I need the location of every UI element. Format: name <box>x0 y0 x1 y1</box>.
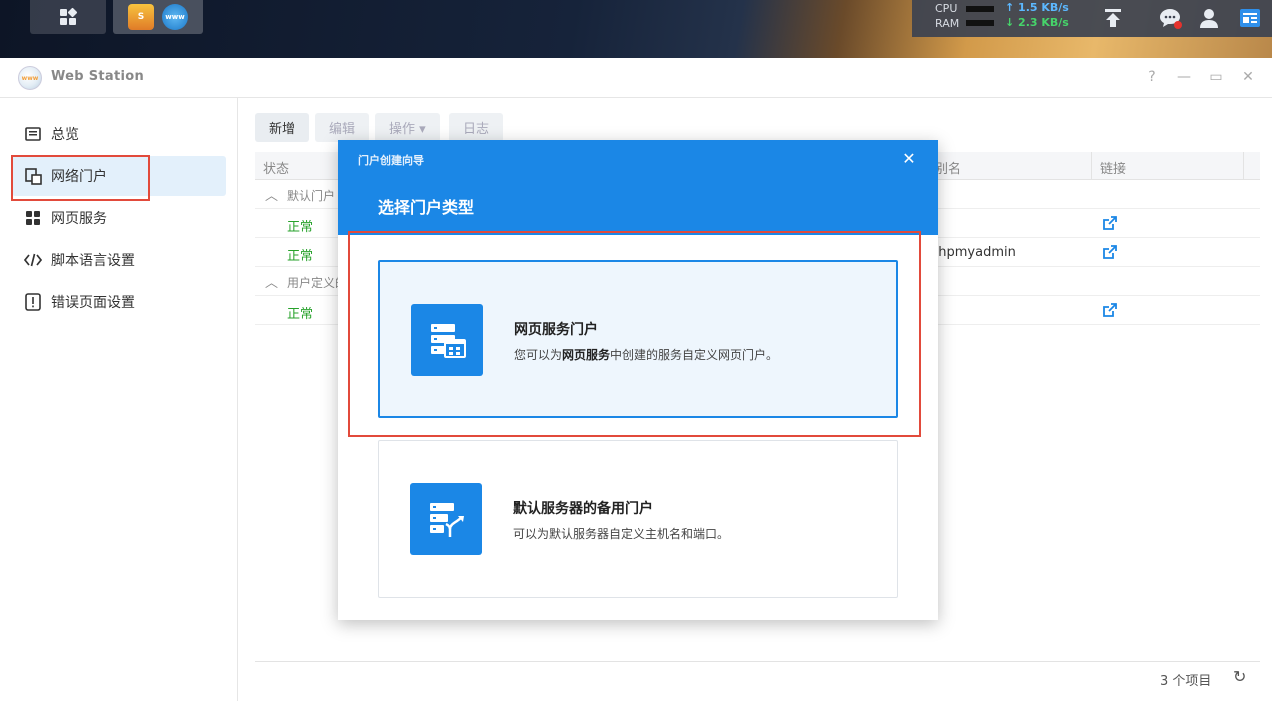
option-title: 默认服务器的备用门户 <box>513 501 653 517</box>
overview-icon <box>24 125 42 143</box>
dialog-heading: 选择门户类型 <box>378 198 475 217</box>
user-icon <box>1200 9 1218 28</box>
close-window-button[interactable]: ✕ <box>1239 68 1257 86</box>
alias-cell: phpmyadmin <box>930 245 1016 260</box>
widgets-icon <box>1240 9 1260 27</box>
sidebar-item-overview[interactable]: 总览 <box>12 114 226 154</box>
maximize-button[interactable]: ▭ <box>1207 68 1225 86</box>
dialog-title: 门户创建向导 <box>358 154 424 167</box>
collapse-chevron-icon[interactable]: ︿ <box>265 185 278 204</box>
taskbar-apps: S www <box>113 0 203 34</box>
error-icon <box>24 293 42 311</box>
dialog-close-button[interactable]: ✕ <box>900 150 918 168</box>
collapse-chevron-icon[interactable]: ︿ <box>265 272 278 291</box>
sidebar-item-label: 错误页面设置 <box>51 295 135 311</box>
main-menu-icon <box>60 7 78 25</box>
highlight-box-nav <box>11 155 150 201</box>
sidebar-item-label: 总览 <box>51 127 79 143</box>
system-tray: CPU RAM ↑ 1.5 KB/s ↓ 2.3 KB/s <box>912 0 1272 37</box>
user-button[interactable] <box>1195 4 1223 32</box>
highlight-box-card <box>348 231 921 437</box>
log-button[interactable]: 日志 <box>449 113 504 142</box>
chat-notification-icon <box>1160 9 1182 29</box>
minimize-button[interactable]: — <box>1175 68 1193 86</box>
cpu-bar <box>966 6 994 12</box>
web-station-app-icon[interactable]: www <box>162 4 188 30</box>
sidebar-item-script-language[interactable]: 脚本语言设置 <box>12 240 226 280</box>
widgets-button[interactable] <box>1236 4 1264 32</box>
cpu-label: CPU <box>935 2 958 15</box>
help-button[interactable]: ? <box>1143 68 1161 86</box>
download-speed: ↓ 2.3 KB/s <box>1005 16 1069 29</box>
add-button[interactable]: 新增 <box>255 113 310 142</box>
table-footer: 3 个项目 ↻ <box>255 661 1260 691</box>
taskbar: S www CPU RAM ↑ 1.5 KB/s ↓ 2.3 KB/s <box>0 0 1272 58</box>
upload-queue-button[interactable] <box>1099 4 1127 32</box>
ram-bar <box>966 20 994 26</box>
action-dropdown-button[interactable]: 操作 ▾ <box>375 113 440 142</box>
window-titlebar: www Web Station ? — ▭ ✕ <box>0 58 1272 98</box>
option-description: 可以为默认服务器自定义主机名和端口。 <box>513 527 730 541</box>
item-count: 3 个项目 <box>1160 674 1212 689</box>
status-cell: 正常 <box>287 220 314 235</box>
sidebar-item-label: 脚本语言设置 <box>51 253 135 269</box>
column-header-alias[interactable]: 别名 <box>935 158 961 177</box>
upload-speed: ↑ 1.5 KB/s <box>1005 1 1069 14</box>
status-cell: 正常 <box>287 307 314 322</box>
main-menu-button[interactable] <box>30 0 106 34</box>
external-link-icon[interactable] <box>1102 244 1118 260</box>
grid-icon <box>24 209 42 227</box>
sidebar-item-web-service[interactable]: 网页服务 <box>12 198 226 238</box>
external-link-icon[interactable] <box>1102 302 1118 318</box>
code-icon <box>24 251 42 269</box>
web-station-logo-icon: www <box>18 66 42 90</box>
ram-label: RAM <box>935 17 960 30</box>
edit-button[interactable]: 编辑 <box>315 113 370 142</box>
external-link-icon[interactable] <box>1102 215 1118 231</box>
status-cell: 正常 <box>287 249 314 264</box>
notifications-button[interactable] <box>1156 4 1184 32</box>
app-s-icon[interactable]: S <box>128 4 154 30</box>
column-header-link[interactable]: 链接 <box>1100 158 1126 177</box>
upload-icon <box>1105 9 1121 27</box>
refresh-icon[interactable]: ↻ <box>1233 667 1246 686</box>
sidebar-item-error-page[interactable]: 错误页面设置 <box>12 282 226 322</box>
window-title: Web Station <box>51 69 145 84</box>
alternate-portal-icon <box>410 483 482 555</box>
column-header-status[interactable]: 状态 <box>263 158 289 177</box>
default-server-alt-portal-option[interactable]: 默认服务器的备用门户 可以为默认服务器自定义主机名和端口。 <box>378 440 898 598</box>
dialog-header: 门户创建向导 ✕ 选择门户类型 <box>338 140 938 235</box>
sidebar-item-label: 网页服务 <box>51 211 107 227</box>
group-label: 默认门户 <box>287 189 336 203</box>
